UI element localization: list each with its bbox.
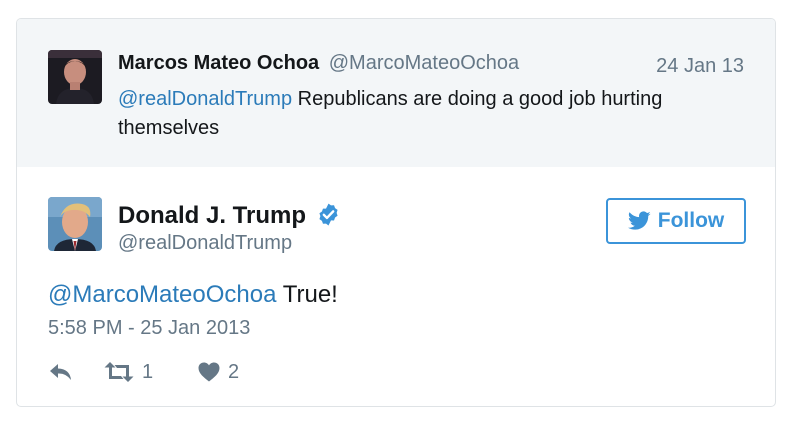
parent-tweet-text: @realDonaldTrump Republicans are doing a… [118, 85, 738, 143]
tweet-text: @MarcoMateoOchoa True! [48, 281, 338, 309]
verified-badge-icon [316, 202, 341, 227]
heart-icon [198, 362, 220, 382]
retweet-button[interactable]: 1 [104, 359, 153, 385]
author-avatar[interactable] [48, 197, 102, 251]
parent-tweet-date[interactable]: 24 Jan 13 [656, 55, 744, 78]
tweet-timestamp[interactable]: 5:58 PM - 25 Jan 2013 [48, 317, 250, 340]
tweet-mention-link[interactable]: @MarcoMateoOchoa [48, 281, 276, 308]
author-handle[interactable]: @realDonaldTrump [118, 232, 292, 255]
parent-mention-link[interactable]: @realDonaldTrump [118, 88, 292, 110]
twitter-bird-icon [627, 211, 651, 230]
like-button[interactable]: 2 [198, 359, 239, 385]
follow-button-label: Follow [657, 209, 725, 232]
parent-tweet[interactable]: Marcos Mateo Ochoa @MarcoMateoOchoa 24 J… [17, 19, 775, 167]
embedded-tweet-card: Marcos Mateo Ochoa @MarcoMateoOchoa 24 J… [16, 18, 776, 407]
like-count: 2 [228, 360, 240, 383]
reply-icon [50, 364, 71, 380]
author-name[interactable]: Donald J. Trump [118, 202, 306, 230]
retweet-count: 1 [142, 360, 154, 383]
parent-avatar[interactable] [48, 50, 102, 104]
parent-author-handle[interactable]: @MarcoMateoOchoa [329, 52, 519, 74]
tweet-body: True! [276, 281, 338, 308]
follow-button[interactable]: Follow [606, 198, 746, 244]
reply-button[interactable] [48, 359, 74, 385]
parent-author: Marcos Mateo Ochoa @MarcoMateoOchoa [118, 52, 519, 75]
parent-author-name[interactable]: Marcos Mateo Ochoa [118, 52, 319, 74]
retweet-icon [104, 362, 134, 382]
